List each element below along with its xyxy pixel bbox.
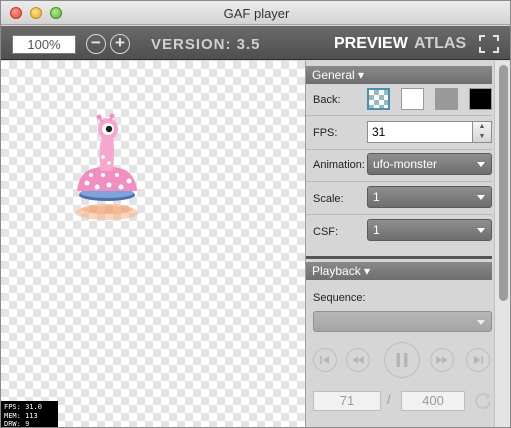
background-black-swatch[interactable]: [469, 88, 492, 110]
performance-stats: FPS: 31.0 MEM: 113 DRW: 9: [1, 401, 58, 428]
animation-value: ufo-monster: [373, 157, 438, 171]
scale-value: 1: [373, 190, 380, 204]
toolbar: 100% − + VERSION: 3.5 PREVIEW ATLAS: [1, 26, 510, 60]
tab-preview[interactable]: PREVIEW: [334, 35, 408, 53]
csf-label: CSF:: [313, 226, 339, 238]
sequence-label: Sequence:: [313, 292, 366, 304]
fullscreen-icon[interactable]: [479, 35, 499, 53]
section-separator: [306, 256, 492, 259]
pause-icon[interactable]: [384, 342, 420, 378]
divider: [306, 181, 492, 182]
playback-section-header[interactable]: Playback ▾: [306, 262, 492, 280]
last-frame-icon[interactable]: [466, 348, 490, 372]
frame-separator: /: [387, 392, 391, 407]
fps-label: FPS:: [313, 127, 338, 139]
animation-dropdown[interactable]: ufo-monster: [367, 153, 492, 175]
background-gray-swatch[interactable]: [435, 88, 458, 110]
panel-scrollbar[interactable]: [494, 61, 510, 427]
chevron-down-icon: [477, 162, 485, 167]
zoom-in-icon[interactable]: +: [110, 34, 130, 54]
divider: [306, 214, 492, 215]
app-window: GAF player 100% − + VERSION: 3.5 PREVIEW…: [0, 0, 511, 428]
zoom-out-icon[interactable]: −: [86, 34, 106, 54]
chevron-down-icon: [477, 320, 485, 325]
divider: [306, 115, 492, 116]
background-white-swatch[interactable]: [401, 88, 424, 110]
back-label: Back:: [313, 94, 341, 106]
zoom-input[interactable]: 100%: [12, 35, 76, 54]
stats-fps: FPS: 31.0: [4, 403, 42, 411]
general-section-header[interactable]: General ▾: [306, 66, 492, 84]
next-frame-icon[interactable]: [430, 348, 454, 372]
total-frames-field: 400: [401, 391, 465, 411]
preview-canvas[interactable]: FPS: 31.0 MEM: 113 DRW: 9: [1, 61, 305, 428]
scrollbar-thumb[interactable]: [499, 65, 508, 301]
fps-input[interactable]: 31: [367, 121, 473, 143]
fps-stepper[interactable]: ▲ ▼: [472, 121, 492, 143]
background-transparent-swatch[interactable]: [367, 88, 390, 110]
stepper-up-icon[interactable]: ▲: [473, 122, 491, 132]
loop-icon[interactable]: [473, 391, 493, 411]
scale-label: Scale:: [313, 193, 344, 205]
window-title: GAF player: [223, 6, 290, 21]
current-frame-field[interactable]: 71: [313, 391, 381, 411]
settings-panel: General ▾ Back: FPS: 31 ▲ ▼ Animation: u…: [305, 61, 510, 427]
animation-label: Animation:: [313, 159, 365, 171]
ufo-monster-sprite: [75, 113, 139, 220]
chevron-down-icon: [477, 228, 485, 233]
stepper-down-icon[interactable]: ▼: [473, 132, 491, 142]
stats-drw: DRW: 9: [4, 420, 30, 428]
chevron-down-icon: [477, 195, 485, 200]
sequence-dropdown[interactable]: [313, 311, 492, 332]
csf-value: 1: [373, 223, 380, 237]
divider: [306, 149, 492, 150]
tab-atlas[interactable]: ATLAS: [414, 35, 466, 53]
first-frame-icon[interactable]: [313, 348, 337, 372]
version-label: VERSION: 3.5: [151, 36, 261, 53]
scale-dropdown[interactable]: 1: [367, 186, 492, 208]
csf-dropdown[interactable]: 1: [367, 219, 492, 241]
prev-frame-icon[interactable]: [346, 348, 370, 372]
stats-mem: MEM: 113: [4, 411, 38, 420]
title-bar: GAF player: [1, 1, 510, 25]
